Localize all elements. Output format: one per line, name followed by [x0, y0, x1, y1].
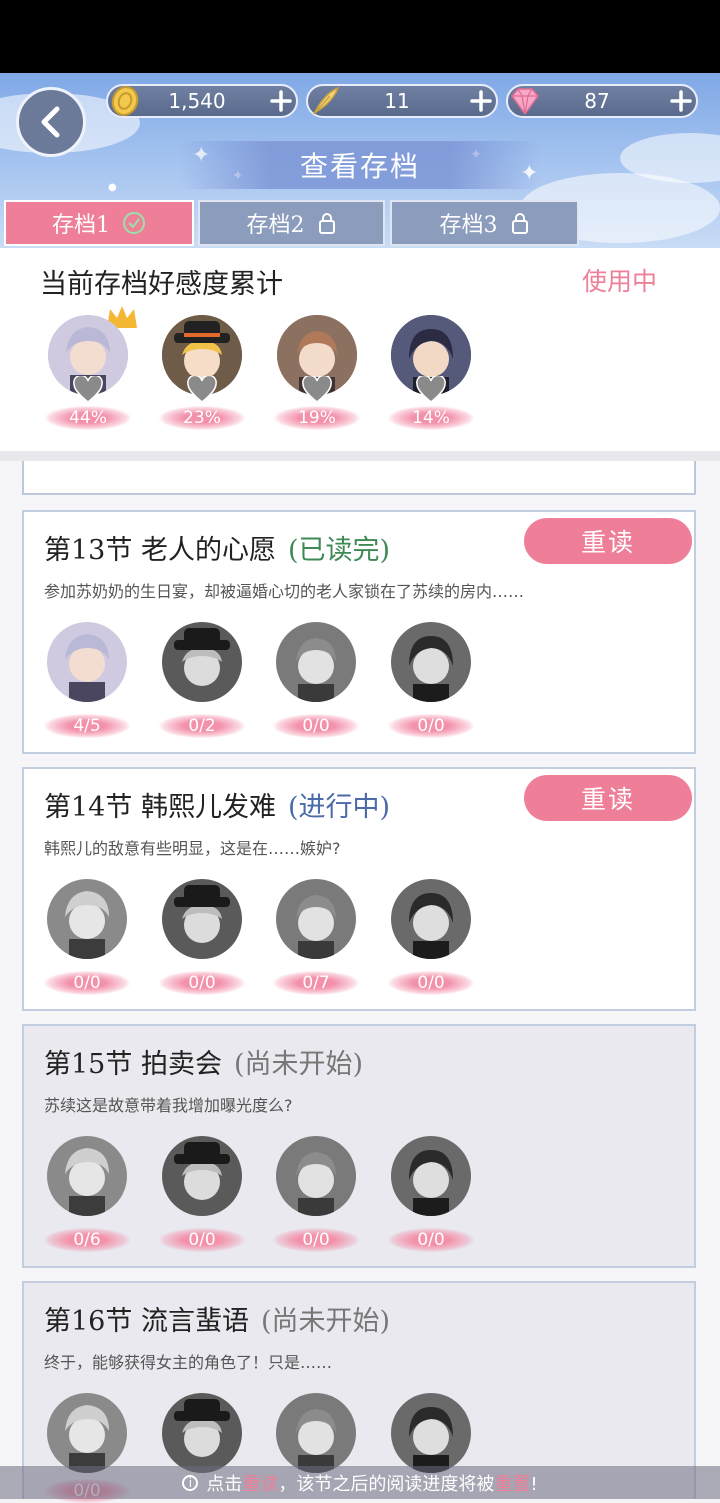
- chapter-card: 第15节 拍卖会 (尚未开始) 苏续这是故意带着我增加曝光度么? 0/6 0/0 …: [22, 1024, 696, 1268]
- reread-warning-toast: i 点击重读，该节之后的阅读进度将被重置!: [0, 1466, 720, 1499]
- plus-icon: [470, 90, 492, 112]
- avatar-character-4: [391, 1393, 471, 1473]
- chapter-score: 0/0: [159, 971, 245, 995]
- chapter-status: (尚未开始): [260, 1306, 391, 1337]
- affinity-percent: 14%: [388, 406, 474, 430]
- chapter-score: 0/7: [273, 971, 359, 995]
- avatar-character-4: [391, 1136, 471, 1216]
- tab-label: 存档1: [52, 213, 110, 238]
- chapter-score: 0/0: [44, 971, 130, 995]
- add-diamond-button[interactable]: [666, 86, 696, 116]
- summary-title: 当前存档好感度累计: [40, 269, 283, 300]
- chapter-status: (尚未开始): [233, 1049, 364, 1080]
- avatar-character-4: [391, 879, 471, 959]
- chapter-title: 第15节 拍卖会 (尚未开始): [44, 1049, 364, 1080]
- heart-icon: [416, 376, 446, 403]
- page-title: 查看存档: [299, 150, 420, 183]
- chapter-card: 第13节 老人的心愿 (已读完) 参加苏奶奶的生日宴，却被逼婚心切的老人家锁在了苏…: [22, 510, 696, 754]
- avatar-character-1: [47, 1393, 127, 1473]
- chapter-score: 0/0: [273, 1228, 359, 1252]
- quill-icon: [306, 82, 344, 120]
- affinity-percent: 23%: [159, 406, 245, 430]
- check-icon: [123, 212, 145, 234]
- chapter-title: 第14节 韩熙儿发难 (进行中): [44, 792, 391, 823]
- chapter-title: 第16节 流言蜚语 (尚未开始): [44, 1306, 391, 1337]
- chapter-title: 第13节 老人的心愿 (已读完): [44, 535, 391, 566]
- tab-save-2[interactable]: 存档2: [198, 200, 385, 246]
- avatar-character-2: [162, 1136, 242, 1216]
- sparkle-icon: ●: [108, 182, 117, 193]
- diamond-counter: 87: [506, 84, 698, 118]
- add-coin-button[interactable]: [266, 86, 296, 116]
- plus-icon: [670, 90, 692, 112]
- chapter-description: 苏续这是故意带着我增加曝光度么?: [44, 1096, 293, 1115]
- chapter-score: 0/0: [388, 714, 474, 738]
- add-quill-button[interactable]: [466, 86, 496, 116]
- lock-icon: [511, 213, 528, 234]
- lock-icon: [318, 213, 335, 234]
- page-title-banner: 查看存档: [180, 141, 540, 189]
- chapter-description: 韩熙儿的敌意有些明显，这是在……嫉妒?: [44, 839, 341, 858]
- avatar-character-3: [276, 879, 356, 959]
- chapter-description: 终于，能够获得女主的角色了！只是……: [44, 1353, 333, 1372]
- affinity-percent: 44%: [45, 406, 131, 430]
- heart-icon: [302, 376, 332, 403]
- avatar-character-4: [391, 622, 471, 702]
- toast-text: 点击重读，该节之后的阅读进度将被重置!: [206, 1473, 538, 1495]
- chapter-score: 0/2: [159, 714, 245, 738]
- avatar-character-1: [47, 1136, 127, 1216]
- avatar-character-2: [162, 879, 242, 959]
- tab-label: 存档3: [439, 213, 498, 238]
- chapter-score: 0/6: [44, 1228, 130, 1252]
- reread-button[interactable]: 重读: [524, 775, 692, 821]
- avatar-character-2: [162, 622, 242, 702]
- avatar-character-2: [162, 1393, 242, 1473]
- chapter-card-partial: [22, 461, 696, 495]
- heart-icon: [187, 376, 217, 403]
- affinity-summary: 当前存档好感度累计 使用中 44% 23% 19% 14%: [0, 248, 720, 451]
- in-use-label: 使用中: [582, 267, 658, 296]
- coin-icon: [106, 82, 144, 120]
- back-button[interactable]: [16, 87, 86, 157]
- tab-label: 存档2: [246, 213, 305, 238]
- tab-save-3[interactable]: 存档3: [390, 200, 579, 246]
- plus-icon: [270, 90, 292, 112]
- chapter-score: 0/0: [273, 714, 359, 738]
- chapter-score: 4/5: [44, 714, 130, 738]
- avatar-character-1: [47, 879, 127, 959]
- quill-counter: 11: [306, 84, 498, 118]
- chapter-status: (已读完): [287, 535, 391, 566]
- reread-button[interactable]: 重读: [524, 518, 692, 564]
- info-icon: i: [182, 1474, 199, 1491]
- tab-save-1[interactable]: 存档1: [4, 200, 194, 246]
- chapter-score: 0/0: [388, 1228, 474, 1252]
- affinity-percent: 19%: [274, 406, 360, 430]
- chapter-score: 0/0: [159, 1228, 245, 1252]
- divider: [0, 451, 720, 461]
- coin-counter: 1,540: [106, 84, 298, 118]
- avatar-character-3: [276, 1136, 356, 1216]
- diamond-icon: [506, 82, 544, 120]
- avatar-character-3: [276, 622, 356, 702]
- heart-icon: [73, 376, 103, 403]
- avatar-character-1: [47, 622, 127, 702]
- status-bar: [0, 0, 720, 73]
- chapter-status: (进行中): [287, 792, 391, 823]
- chevron-left-icon: [41, 106, 60, 138]
- chapter-card: 第14节 韩熙儿发难 (进行中) 韩熙儿的敌意有些明显，这是在……嫉妒? 重读 0…: [22, 767, 696, 1011]
- chapter-score: 0/0: [388, 971, 474, 995]
- chapter-description: 参加苏奶奶的生日宴，却被逼婚心切的老人家锁在了苏续的房内……: [44, 582, 525, 601]
- avatar-character-3: [276, 1393, 356, 1473]
